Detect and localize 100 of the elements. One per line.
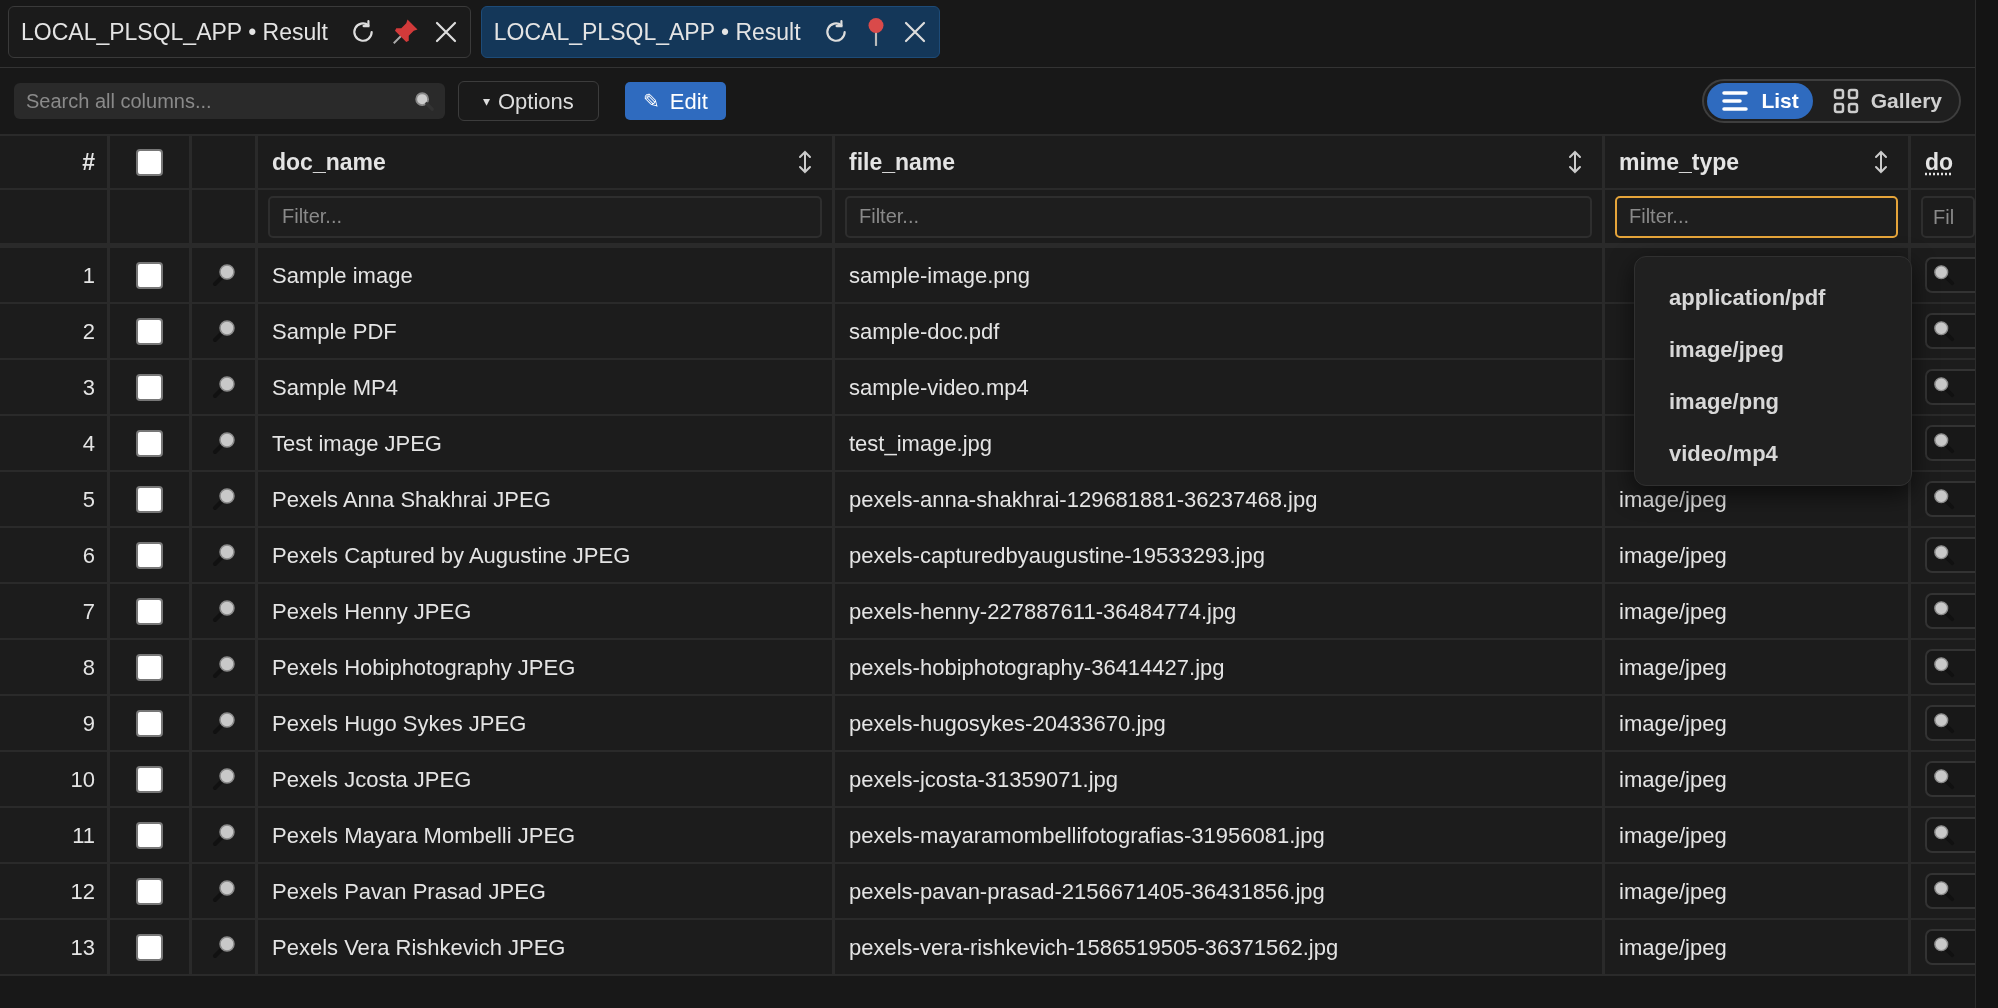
magnifier-icon[interactable] <box>211 431 236 455</box>
row-checkbox[interactable] <box>136 373 163 401</box>
view-list-tab[interactable]: List <box>1707 83 1813 119</box>
list-icon <box>1721 90 1750 112</box>
close-icon[interactable] <box>902 20 927 44</box>
view-button[interactable] <box>1925 705 1975 741</box>
magnifier-icon[interactable] <box>211 879 236 903</box>
row-checkbox[interactable] <box>136 485 163 513</box>
table-cell-text: image/jpeg <box>1619 485 1727 514</box>
table-cell-text: image/jpeg <box>1619 709 1727 738</box>
magnifier-icon <box>1933 880 1955 902</box>
search-field[interactable]: Search all columns... <box>14 83 445 119</box>
dropdown-option[interactable]: image/jpeg <box>1635 323 1911 375</box>
magnifier-icon <box>1933 768 1955 790</box>
magnifier-icon[interactable] <box>211 711 236 735</box>
table-cell-text: Pexels Henny JPEG <box>272 597 472 626</box>
view-button[interactable] <box>1925 257 1975 293</box>
view-button[interactable] <box>1925 929 1975 965</box>
magnifier-icon <box>1933 376 1955 398</box>
magnifier-icon[interactable] <box>211 599 236 623</box>
row-number: 10 <box>70 765 95 794</box>
row-number: 4 <box>82 429 95 458</box>
pencil-icon: ✎ <box>642 86 660 116</box>
caret-icon: ▾ <box>483 90 490 112</box>
magnifier-icon <box>1933 936 1955 958</box>
row-checkbox[interactable] <box>136 429 163 457</box>
view-button[interactable] <box>1925 481 1975 517</box>
row-number: 3 <box>82 373 95 402</box>
column-header[interactable]: doc_name <box>272 144 386 180</box>
select-all-checkbox[interactable] <box>136 148 163 176</box>
row-checkbox[interactable] <box>136 541 163 569</box>
row-checkbox[interactable] <box>136 821 163 849</box>
row-number: 8 <box>82 653 95 682</box>
table-cell-text: test_image.jpg <box>849 429 993 458</box>
magnifier-icon[interactable] <box>211 767 236 791</box>
dropdown-option[interactable]: application/pdf <box>1635 271 1911 323</box>
filter-field[interactable]: Filter... <box>845 195 1592 238</box>
result-tab[interactable]: LOCAL_PLSQL_APP • Result <box>480 6 940 58</box>
sort-icon[interactable] <box>1568 150 1582 174</box>
result-tab[interactable]: LOCAL_PLSQL_APP • Result <box>8 6 471 58</box>
table-cell-text: Pexels Hugo Sykes JPEG <box>272 709 527 738</box>
table-cell-text: pexels-capturedbyaugustine-19533293.jpg <box>849 541 1265 570</box>
table-cell-text: sample-doc.pdf <box>849 317 1000 346</box>
view-button[interactable] <box>1925 369 1975 405</box>
magnifier-icon <box>1933 320 1955 342</box>
row-number: 2 <box>82 317 95 346</box>
table-cell-text: image/jpeg <box>1619 877 1727 906</box>
table-cell-text: Pexels Anna Shakhrai JPEG <box>272 485 551 514</box>
sort-icon[interactable] <box>1874 150 1888 174</box>
table-cell-text: pexels-pavan-prasad-2156671405-36431856.jpg <box>849 877 1325 906</box>
magnifier-icon[interactable] <box>211 263 236 287</box>
magnifier-icon[interactable] <box>211 823 236 847</box>
table-cell-text: Pexels Captured by Augustine JPEG <box>272 541 631 570</box>
table-cell-text: Sample PDF <box>272 317 397 346</box>
row-checkbox[interactable] <box>136 261 163 289</box>
edit-button[interactable]: ✎ Edit <box>624 82 726 120</box>
magnifier-icon[interactable] <box>211 543 236 567</box>
view-button[interactable] <box>1925 649 1975 685</box>
table-cell-text: Sample MP4 <box>272 373 398 402</box>
options-button[interactable]: ▾ Options <box>458 81 599 121</box>
view-button[interactable] <box>1925 313 1975 349</box>
row-checkbox[interactable] <box>136 765 163 793</box>
view-button[interactable] <box>1925 761 1975 797</box>
magnifier-icon[interactable] <box>211 935 236 959</box>
magnifier-icon[interactable] <box>211 655 236 679</box>
row-number: 12 <box>70 877 95 906</box>
column-header[interactable]: mime_type <box>1619 144 1740 180</box>
magnifier-icon <box>1933 824 1955 846</box>
filter-field[interactable]: Filter... <box>1615 195 1898 238</box>
dropdown-option[interactable]: image/png <box>1635 375 1911 427</box>
magnifier-icon <box>1933 544 1955 566</box>
magnifier-icon[interactable] <box>211 487 236 511</box>
view-button[interactable] <box>1925 425 1975 461</box>
row-checkbox[interactable] <box>136 317 163 345</box>
column-header[interactable]: do <box>1925 144 1954 180</box>
magnifier-icon <box>1933 656 1955 678</box>
table-cell-text: Sample image <box>272 261 413 290</box>
view-button[interactable] <box>1925 873 1975 909</box>
view-button[interactable] <box>1925 537 1975 573</box>
view-button[interactable] <box>1925 817 1975 853</box>
row-number: 1 <box>82 261 95 290</box>
view-gallery-tab[interactable]: Gallery <box>1818 83 1956 119</box>
row-checkbox[interactable] <box>136 653 163 681</box>
filter-field[interactable]: Filter... <box>268 195 822 238</box>
table-cell-text: pexels-anna-shakhrai-129681881-36237468.jpg <box>849 485 1318 514</box>
sort-icon[interactable] <box>798 150 812 174</box>
magnifier-icon[interactable] <box>211 375 236 399</box>
table-cell-text: image/jpeg <box>1619 821 1727 850</box>
row-number: 6 <box>82 541 95 570</box>
dropdown-option[interactable]: video/mp4 <box>1635 427 1911 479</box>
row-checkbox[interactable] <box>136 933 163 961</box>
magnifier-icon[interactable] <box>211 319 236 343</box>
row-checkbox[interactable] <box>136 877 163 905</box>
close-icon[interactable] <box>433 20 458 44</box>
row-checkbox[interactable] <box>136 709 163 737</box>
column-header[interactable]: file_name <box>849 144 956 180</box>
table-cell-text: pexels-jcosta-31359071.jpg <box>849 765 1119 794</box>
view-button[interactable] <box>1925 593 1975 629</box>
table-cell-text: image/jpeg <box>1619 765 1727 794</box>
row-checkbox[interactable] <box>136 597 163 625</box>
